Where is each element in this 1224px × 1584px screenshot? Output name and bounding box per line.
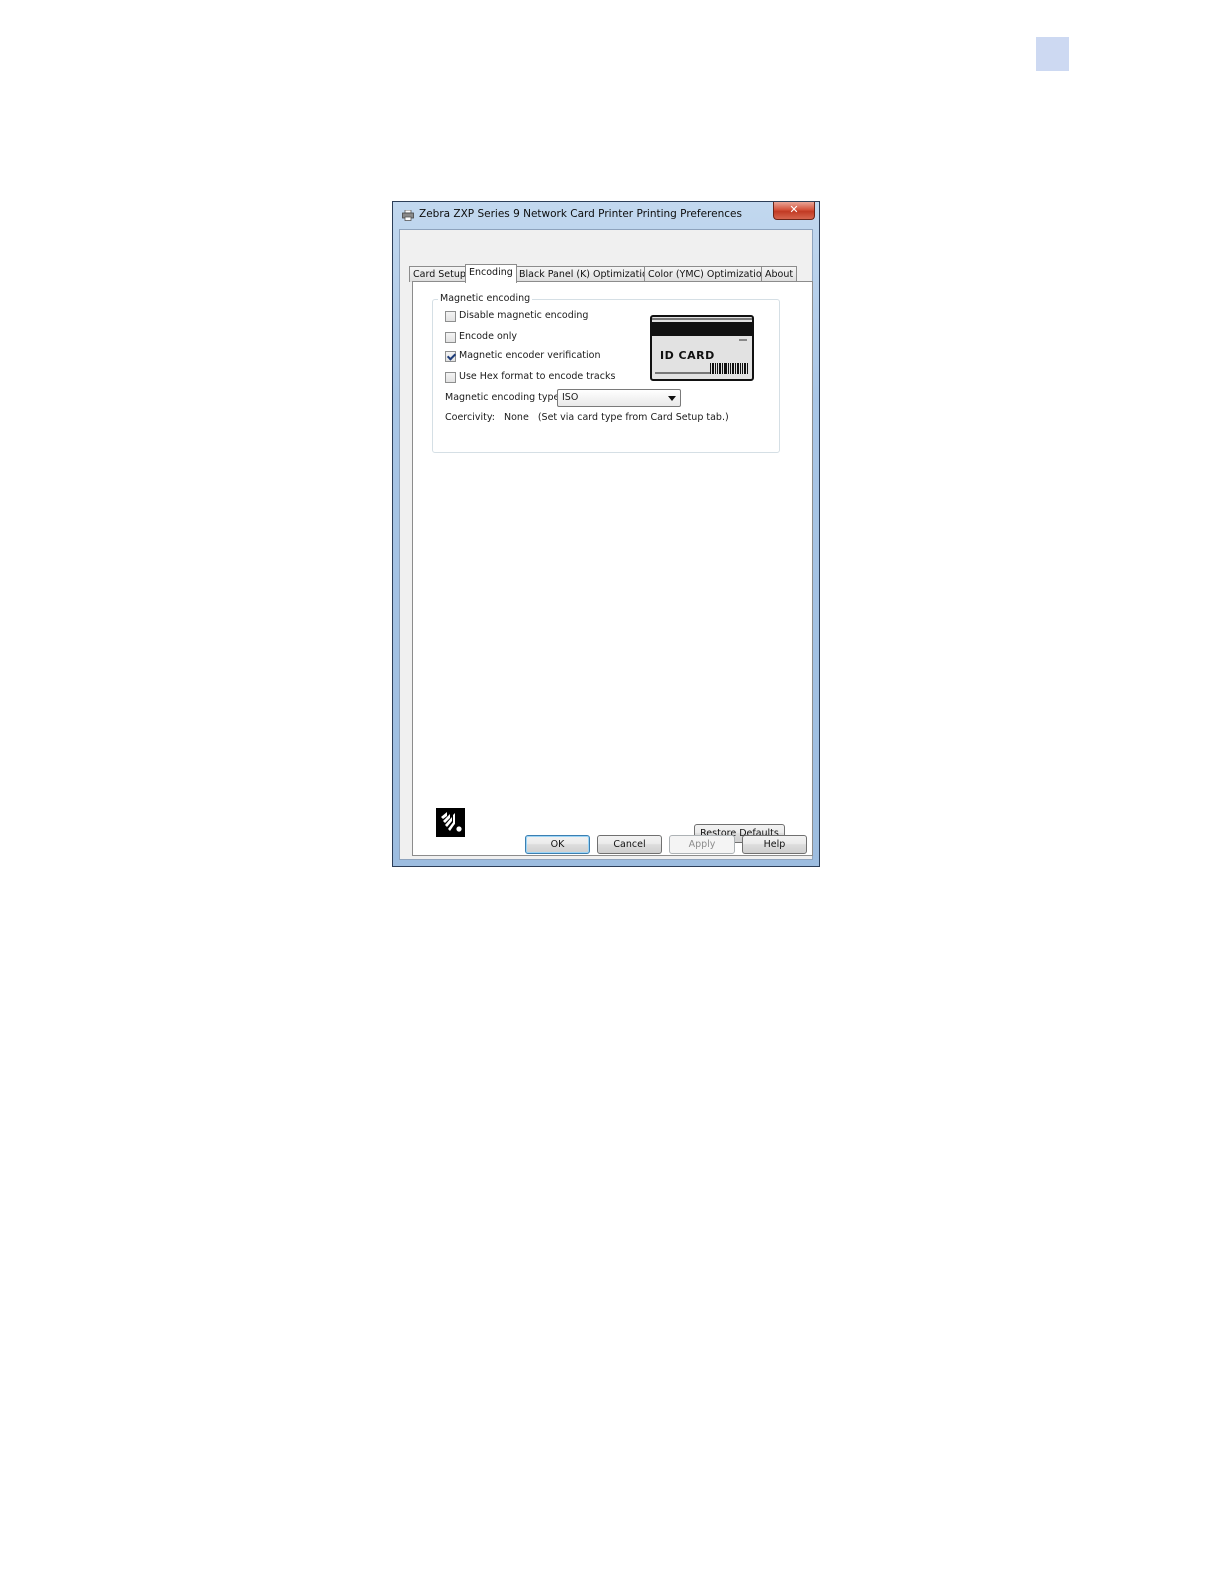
checkbox-label: Disable magnetic encoding (459, 310, 589, 321)
ok-button[interactable]: OK (525, 835, 590, 854)
tab-label: Card Setup (413, 269, 466, 280)
button-label: Apply (688, 839, 716, 850)
tab-label: Black Panel (K) Optimization (519, 269, 654, 280)
group-title: Magnetic encoding (438, 293, 533, 304)
button-label: Cancel (613, 839, 646, 850)
title-bar[interactable]: Zebra ZXP Series 9 Network Card Printer … (393, 202, 819, 228)
close-button[interactable]: ✕ (773, 202, 815, 220)
tab-label: Color (YMC) Optimization (648, 269, 768, 280)
card-top-line (652, 318, 752, 320)
tab-black-panel-optimization[interactable]: Black Panel (K) Optimization (515, 266, 658, 282)
checkbox-label: Magnetic encoder verification (459, 350, 601, 361)
tab-label: About (765, 269, 794, 280)
printer-icon (402, 210, 414, 221)
coercivity-label: Coercivity: (445, 412, 495, 423)
tab-color-ymc-optimization[interactable]: Color (YMC) Optimization (644, 266, 772, 282)
checkbox-box[interactable] (445, 311, 456, 322)
window-title: Zebra ZXP Series 9 Network Card Printer … (419, 208, 742, 220)
chevron-down-icon (668, 396, 676, 401)
card-text: ID CARD (660, 349, 715, 362)
magnetic-stripe (652, 322, 752, 336)
dropdown-value: ISO (562, 392, 579, 403)
barcode-icon (710, 363, 748, 374)
cancel-button[interactable]: Cancel (597, 835, 662, 854)
coercivity-note: (Set via card type from Card Setup tab.) (537, 412, 729, 423)
checkbox-label: Encode only (459, 331, 518, 342)
checkbox-label: Use Hex format to encode tracks (459, 371, 616, 382)
close-icon: ✕ (789, 203, 799, 216)
preferences-dialog: Zebra ZXP Series 9 Network Card Printer … (392, 201, 820, 867)
button-label: OK (550, 839, 565, 850)
coercivity-value: None (504, 412, 529, 423)
coercivity-line: Coercivity: None (Set via card type from… (445, 412, 735, 423)
encoding-type-label: Magnetic encoding type (445, 392, 560, 403)
zebra-head-icon (441, 812, 462, 832)
id-card-image: ID CARD (650, 315, 754, 381)
card-fine-print (655, 372, 711, 374)
encoding-panel: Magnetic encoding Disable magnetic encod… (412, 281, 813, 856)
page-corner-tab (1036, 37, 1069, 71)
dialog-body: Card Setup Encoding Black Panel (K) Opti… (399, 229, 813, 860)
checkbox-box[interactable] (445, 351, 456, 362)
button-label: Help (763, 839, 786, 850)
apply-button[interactable]: Apply (669, 835, 735, 854)
tab-encoding[interactable]: Encoding (465, 264, 517, 283)
checkbox-box[interactable] (445, 332, 456, 343)
encoding-type-dropdown[interactable]: ISO (557, 389, 681, 407)
magnetic-encoding-group: Magnetic encoding Disable magnetic encod… (432, 293, 780, 453)
checkbox-box[interactable] (445, 372, 456, 383)
card-small-print (739, 339, 747, 341)
zebra-logo-icon (436, 808, 465, 837)
tab-about[interactable]: About (761, 266, 798, 282)
help-button[interactable]: Help (742, 835, 807, 854)
tab-label: Encoding (469, 267, 513, 278)
tab-card-setup[interactable]: Card Setup (409, 266, 470, 282)
